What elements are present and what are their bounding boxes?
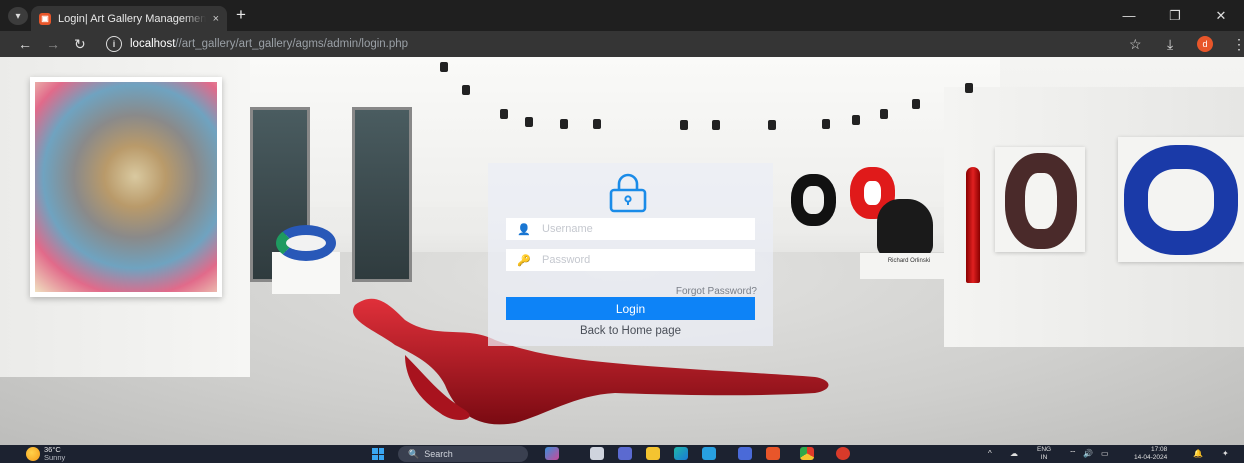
url-text[interactable]: localhost//art_gallery/art_gallery/agms/…: [130, 38, 408, 50]
media-app-icon[interactable]: [836, 447, 850, 460]
blue-ring-painting: [1124, 145, 1238, 255]
xampp-app-icon[interactable]: [766, 447, 780, 460]
chevron-up-icon[interactable]: ^: [988, 445, 992, 463]
taskbar-search[interactable]: 🔍 Search: [398, 446, 528, 462]
browser-tab-login[interactable]: ▣ Login| Art Gallery Management System ×: [31, 6, 227, 31]
user-icon: 👤: [517, 223, 531, 236]
browser-tab-bar: ▾ ▣ Login| Art Gallery Management System…: [0, 0, 1244, 31]
teams-app-icon[interactable]: [618, 447, 632, 460]
key-icon: 🔑: [517, 254, 531, 267]
password-field[interactable]: 🔑: [506, 249, 755, 271]
weather-widget[interactable]: 36°C Sunny: [26, 446, 65, 462]
tab-close-icon[interactable]: ×: [213, 13, 219, 25]
windows-start-icon[interactable]: [372, 448, 384, 460]
back-home-link[interactable]: Back to Home page: [488, 325, 773, 337]
login-card: 👤 🔑 Forgot Password? Login Back to Home …: [488, 163, 773, 346]
battery-icon[interactable]: ▭: [1101, 445, 1109, 463]
forward-arrow-icon[interactable]: →: [46, 35, 60, 53]
password-input[interactable]: [542, 254, 742, 266]
store-app-icon[interactable]: [702, 447, 716, 460]
language-indicator[interactable]: ENG IN: [1037, 446, 1051, 462]
os-taskbar: 36°C Sunny 🔍 Search ^ ☁ ENG IN ⌔ 🔊 ▭ 17:…: [0, 445, 1244, 463]
weather-condition: Sunny: [44, 453, 66, 462]
page-viewport: Richard Orlinski 👤 🔑 Fo: [0, 57, 1244, 445]
black-ring-painting: [791, 174, 836, 226]
forgot-password-link[interactable]: Forgot Password?: [676, 286, 757, 297]
language-code: ENG: [1037, 446, 1052, 453]
ring-sculpture: [276, 225, 336, 261]
browser-toolbar: ← → ↻ i localhost//art_gallery/art_galle…: [0, 31, 1244, 57]
sculpture-plaque: Richard Orlinski: [860, 253, 958, 279]
clock-time: 17:08: [1150, 446, 1168, 453]
plaque-artist: Richard Orlinski: [887, 258, 931, 264]
window-controls: — ❐ ✕: [1106, 0, 1244, 31]
sun-icon: [26, 447, 40, 461]
url-host: localhost: [130, 38, 176, 50]
tab-title: Login| Art Gallery Management System: [58, 12, 206, 25]
kebab-menu-icon[interactable]: ⋮: [1232, 36, 1244, 52]
cloud-icon[interactable]: ☁: [1010, 445, 1018, 463]
copilot-icon[interactable]: ✦: [1222, 445, 1229, 463]
minimize-icon[interactable]: —: [1106, 0, 1152, 31]
taskbar-search-label: Search: [424, 449, 453, 459]
username-input[interactable]: [542, 223, 742, 235]
site-info-icon[interactable]: i: [106, 36, 122, 52]
file-explorer-icon[interactable]: [646, 447, 660, 460]
download-icon[interactable]: ⤓: [1167, 36, 1173, 52]
system-clock[interactable]: 17:08 14-04-2024: [1134, 446, 1167, 462]
username-field[interactable]: 👤: [506, 218, 755, 240]
address-bar[interactable]: i localhost//art_gallery/art_gallery/agm…: [106, 34, 1124, 54]
task-view-icon[interactable]: [590, 447, 604, 460]
search-icon: 🔍: [408, 448, 420, 459]
region-code: IN: [1040, 454, 1048, 461]
clock-date: 14-04-2024: [1134, 454, 1168, 461]
tab-search-icon[interactable]: ▾: [8, 7, 28, 25]
gallery-window: [352, 107, 412, 282]
profile-avatar[interactable]: d: [1197, 36, 1213, 52]
edge-browser-icon[interactable]: [674, 447, 688, 460]
restore-icon[interactable]: ❐: [1152, 0, 1198, 31]
chrome-app-icon[interactable]: [800, 447, 814, 460]
dark-ring-painting: [1005, 153, 1077, 249]
lion-painting: [30, 77, 222, 297]
reload-icon[interactable]: ↻: [74, 35, 86, 53]
wifi-icon[interactable]: ⌔: [1069, 445, 1077, 463]
bear-sculpture: [877, 199, 933, 257]
new-tab-button[interactable]: +: [236, 6, 246, 24]
login-button[interactable]: Login: [506, 297, 755, 320]
close-icon[interactable]: ✕: [1198, 0, 1244, 31]
favicon-icon: ▣: [39, 12, 51, 25]
notification-bell-icon[interactable]: 🔔: [1193, 445, 1203, 463]
vscode-app-icon[interactable]: [738, 447, 752, 460]
url-path: //art_gallery/art_gallery/agms/admin/log…: [175, 38, 409, 50]
lock-icon: [606, 173, 650, 213]
back-arrow-icon[interactable]: ←: [18, 35, 32, 53]
widgets-app-icon[interactable]: [545, 447, 559, 460]
volume-icon[interactable]: 🔊: [1083, 445, 1093, 463]
bookmark-star-icon[interactable]: ☆: [1129, 36, 1142, 52]
red-spire-sculpture: [966, 167, 980, 283]
